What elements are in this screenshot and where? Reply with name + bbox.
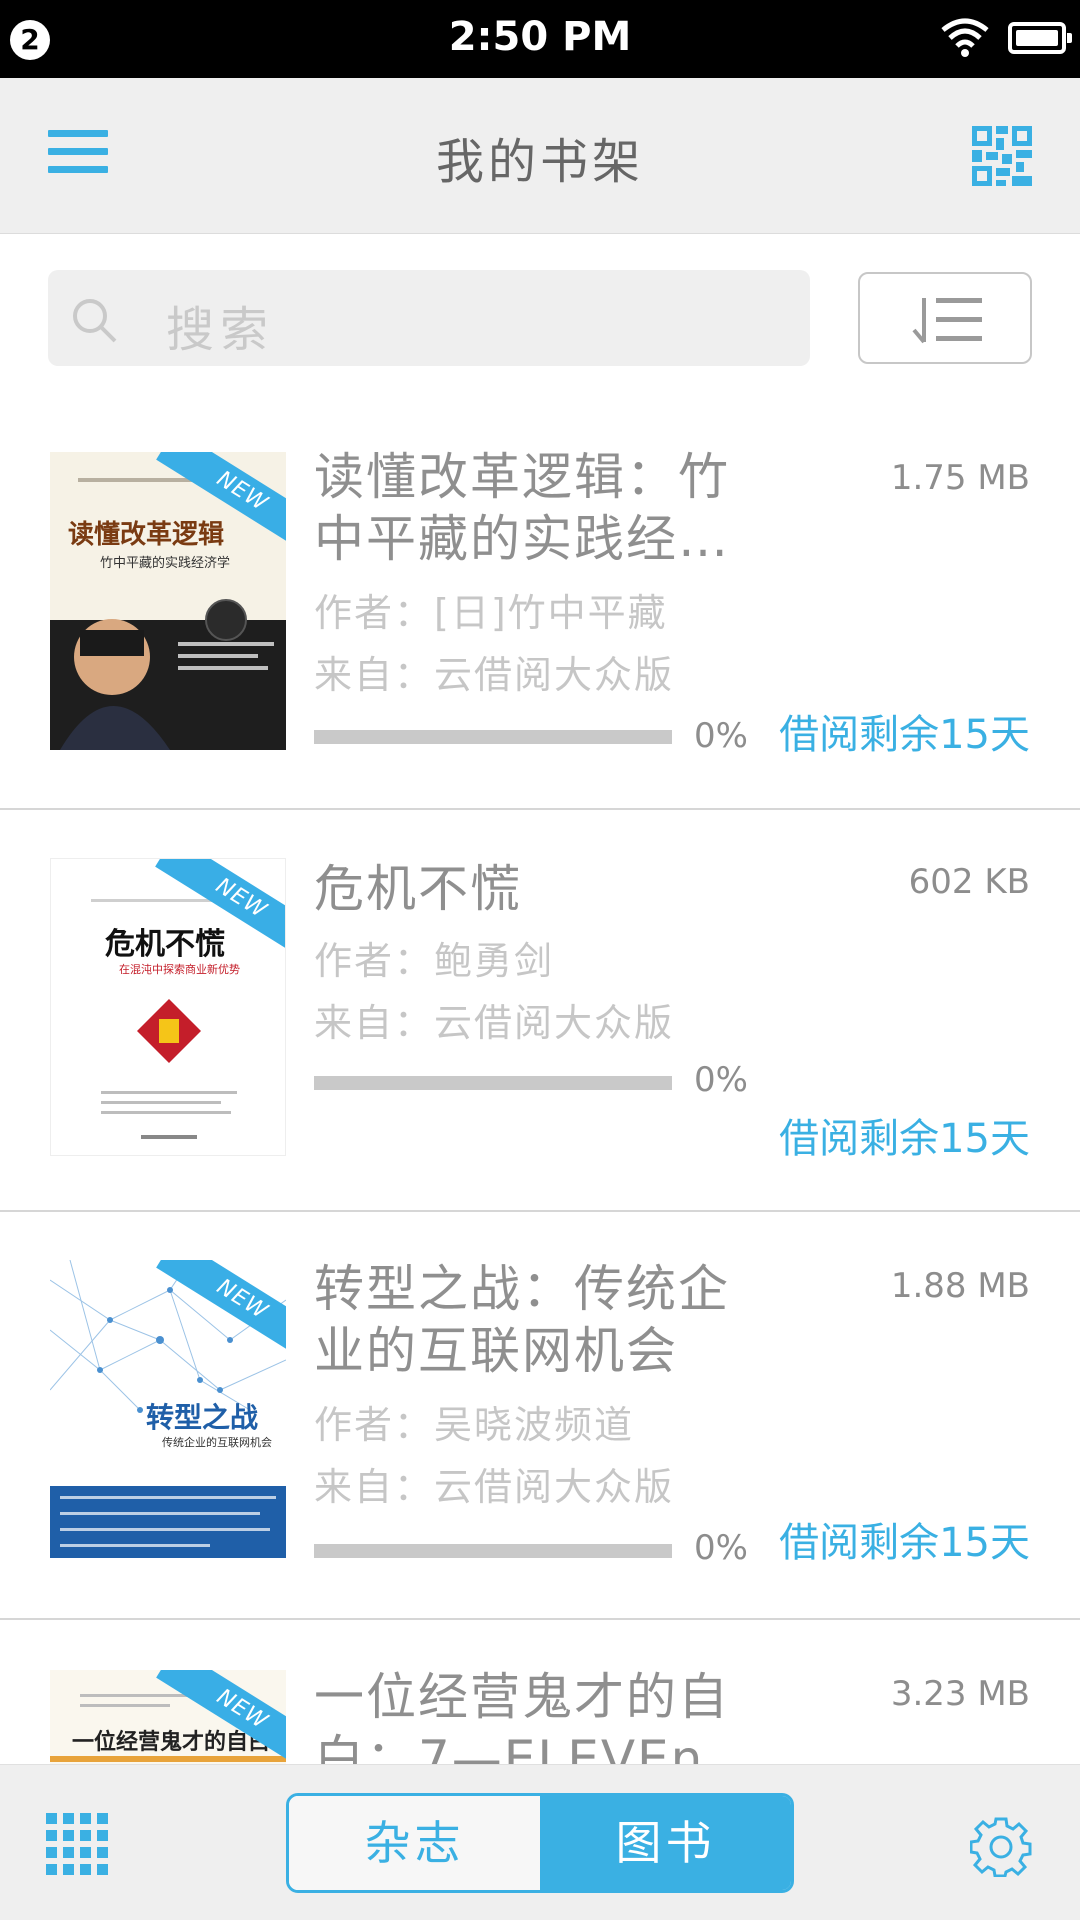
- book-item[interactable]: 读懂改革逻辑 竹中平藏的实践经济学 NEW 读懂改革逻辑：竹中平藏的实践经… 作…: [0, 404, 1080, 810]
- book-size: 3.23 MB: [890, 1674, 1030, 1714]
- book-source: 来自：云借阅大众版: [314, 1465, 675, 1509]
- book-title: 转型之战：传统企业的互联网机会: [314, 1260, 730, 1380]
- search-icon: [73, 299, 117, 343]
- book-size: 1.88 MB: [890, 1266, 1030, 1306]
- cover-subtitle: 传统企业的互联网机会: [162, 1436, 272, 1449]
- category-segmented-control: 杂志 图书: [286, 1793, 794, 1893]
- sort-list-icon: [912, 298, 982, 344]
- search-input[interactable]: 搜索: [166, 290, 274, 360]
- book-cover[interactable]: 转型之战 传统企业的互联网机会 NEW: [50, 1260, 286, 1558]
- reading-progress-percent: 0%: [694, 1528, 748, 1568]
- book-source: 来自：云借阅大众版: [314, 653, 675, 697]
- tab-book[interactable]: 图书: [540, 1796, 791, 1890]
- bottom-bar: 杂志 图书: [0, 1764, 1080, 1920]
- reading-progress-bar: [314, 1544, 672, 1558]
- book-cover[interactable]: 读懂改革逻辑 竹中平藏的实践经济学 NEW: [50, 452, 286, 750]
- reading-progress-bar: [314, 1076, 672, 1090]
- grid-view-icon[interactable]: [46, 1813, 108, 1875]
- status-time: 2:50 PM: [448, 14, 632, 60]
- reading-progress-percent: 0%: [694, 1060, 748, 1100]
- borrow-remaining: 借阅剩余15天: [779, 1520, 1030, 1566]
- book-cover[interactable]: 一位经营鬼才的自白 NEW: [50, 1670, 286, 1766]
- book-author: 作者：鲍勇剑: [314, 939, 555, 983]
- borrow-remaining: 借阅剩余15天: [779, 712, 1030, 758]
- book-cover[interactable]: 危机不慌 在混沌中探索商业新优势 NEW: [50, 858, 286, 1156]
- sort-button[interactable]: [858, 272, 1032, 364]
- cover-title: 危机不慌: [105, 927, 225, 962]
- cover-subtitle: 在混沌中探索商业新优势: [119, 963, 240, 976]
- reading-progress-bar: [314, 730, 672, 744]
- book-title: 读懂改革逻辑：竹中平藏的实践经…: [314, 448, 730, 568]
- qr-code-icon[interactable]: [972, 126, 1032, 186]
- book-item[interactable]: 一位经营鬼才的自白 NEW 一位经营鬼才的自白：7—ELEVEn 3.23 MB: [0, 1620, 1080, 1766]
- book-item[interactable]: 危机不慌 在混沌中探索商业新优势 NEW 危机不慌 作者：鲍勇剑 来自：云借阅大…: [0, 810, 1080, 1212]
- book-source: 来自：云借阅大众版: [314, 1001, 675, 1045]
- book-size: 1.75 MB: [890, 458, 1030, 498]
- book-size: 602 KB: [908, 862, 1030, 902]
- book-author: 作者：吴晓波频道: [314, 1403, 635, 1447]
- book-author: 作者：[日]竹中平藏: [314, 591, 668, 635]
- cover-title: 转型之战: [146, 1401, 259, 1434]
- battery-icon: [1008, 22, 1072, 54]
- wifi-icon: [941, 18, 989, 57]
- cover-title: 读懂改革逻辑: [68, 520, 225, 550]
- book-item[interactable]: 转型之战 传统企业的互联网机会 NEW 转型之战：传统企业的互联网机会 作者：吴…: [0, 1212, 1080, 1620]
- book-title: 危机不慌: [314, 860, 522, 918]
- book-title: 一位经营鬼才的自白：7—ELEVEn: [314, 1668, 730, 1766]
- borrow-remaining: 借阅剩余15天: [779, 1116, 1030, 1162]
- cover-subtitle: 竹中平藏的实践经济学: [100, 556, 231, 571]
- reading-progress-percent: 0%: [694, 716, 748, 756]
- status-bar: 2 2:50 PM: [0, 0, 1080, 78]
- page-title: 我的书架: [435, 134, 644, 190]
- gear-icon[interactable]: [970, 1815, 1032, 1877]
- tab-magazine[interactable]: 杂志: [289, 1796, 540, 1890]
- search-box[interactable]: 搜索: [48, 270, 810, 366]
- header: 我的书架: [0, 78, 1080, 234]
